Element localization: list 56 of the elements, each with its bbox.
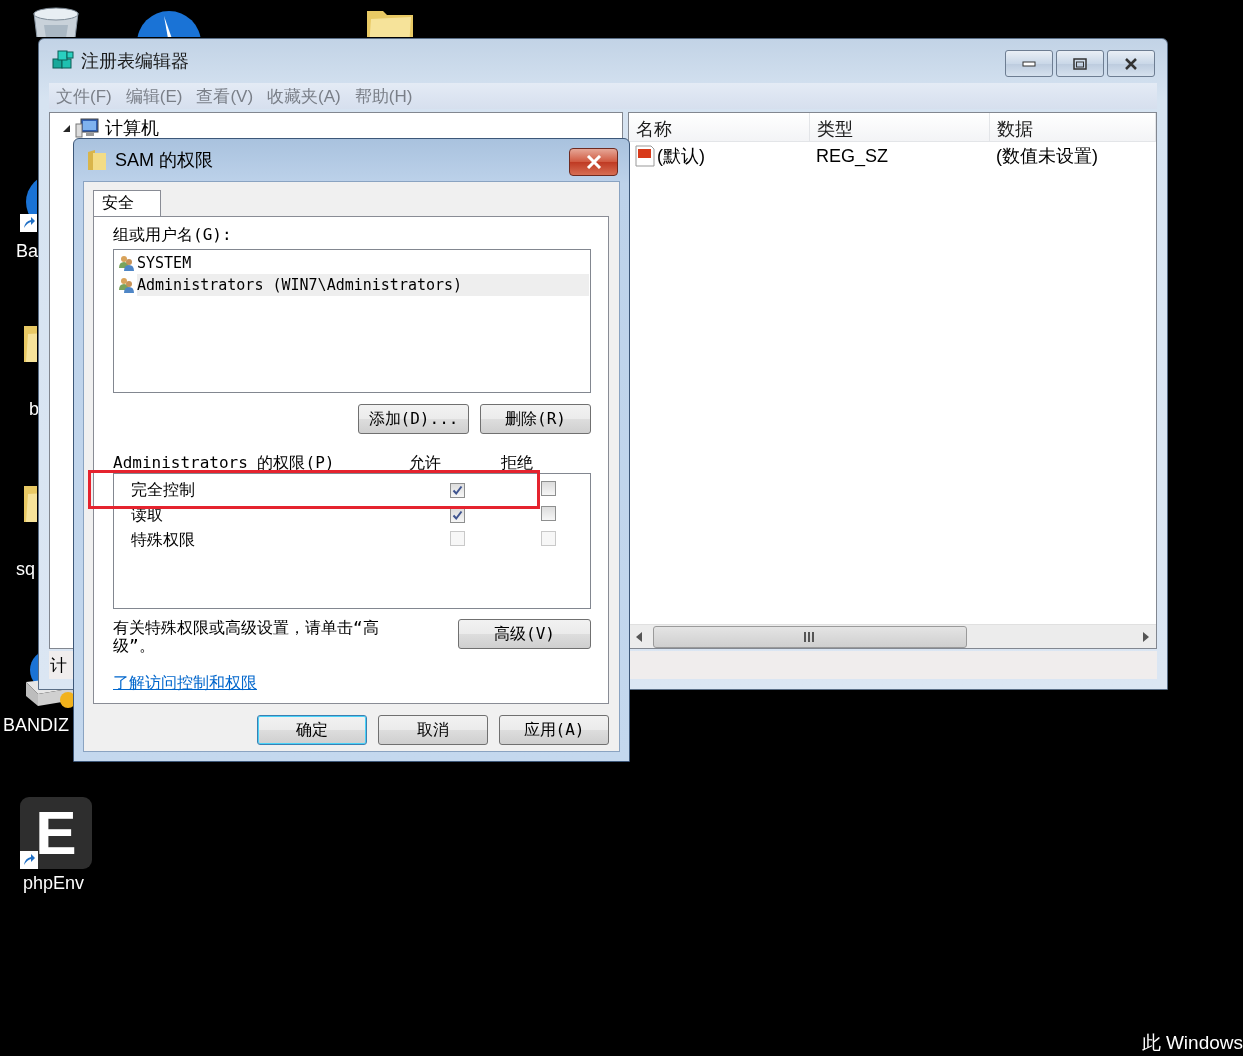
permissions-label: Administrators 的权限(P)	[113, 453, 336, 473]
dialog-button[interactable]: 取消	[378, 715, 488, 745]
close-icon	[585, 155, 602, 169]
users-icon	[118, 277, 135, 293]
dialog-button[interactable]: 确定	[257, 715, 367, 745]
scroll-right-icon[interactable]	[1142, 630, 1150, 643]
scroll-left-icon[interactable]	[635, 630, 643, 643]
desktop-icon-label[interactable]: sq	[16, 559, 35, 580]
column-header[interactable]: 名称	[629, 113, 810, 141]
group-action-button[interactable]: 添加(D)...	[358, 404, 469, 434]
list-item[interactable]: Administrators (WIN7\Administrators)	[137, 274, 589, 296]
checkbox[interactable]	[541, 481, 556, 496]
column-header: 允许	[409, 453, 442, 473]
checkbox[interactable]	[541, 506, 556, 521]
dialog-button[interactable]: 应用(A)	[499, 715, 609, 745]
maximize-icon	[1073, 57, 1087, 70]
column-header[interactable]: 数据	[990, 113, 1156, 141]
minimize-icon	[1022, 60, 1036, 67]
app-tile-icon[interactable]: E	[20, 797, 92, 869]
horizontal-scrollbar[interactable]	[629, 624, 1156, 648]
column-header[interactable]: 类型	[810, 113, 990, 141]
scrollbar-thumb[interactable]	[653, 625, 967, 648]
table-cell-text: REG_SZ	[815, 145, 890, 167]
help-link[interactable]: 了解访问控制和权限	[113, 673, 257, 694]
status-text: 计	[50, 654, 67, 677]
dialog-title: SAM 的权限	[115, 149, 214, 172]
permission-name: 完全控制	[131, 480, 196, 501]
string-value-icon	[635, 145, 655, 167]
desktop-icon-label[interactable]: Ba	[16, 241, 39, 262]
minimize-button[interactable]	[1005, 50, 1053, 77]
computer-icon	[75, 118, 101, 138]
desktop-icon-label[interactable]: b	[29, 399, 39, 420]
tree-item[interactable]: 计算机	[105, 116, 159, 140]
permission-name: 特殊权限	[131, 530, 196, 551]
compass-icon[interactable]	[136, 10, 202, 37]
users-icon	[118, 255, 135, 271]
desktop-icon-label[interactable]: phpEnv	[23, 873, 85, 894]
windows-notice: 此 Windows	[1141, 1031, 1243, 1055]
advanced-hint: 有关特殊权限或高级设置，请单击“高级”。	[113, 619, 380, 655]
table-cell-text: (默认)	[657, 145, 705, 168]
field-label: 组或用户名(G):	[113, 225, 233, 245]
advanced-button[interactable]: 高级(V)	[458, 619, 591, 649]
close-icon	[1124, 57, 1138, 70]
close-button[interactable]	[1107, 50, 1155, 77]
desktop-icon-label[interactable]: BANDIZ	[3, 715, 69, 736]
checkbox[interactable]	[450, 483, 465, 498]
group-action-button[interactable]: 删除(R)	[480, 404, 591, 434]
table-cell-text: (数值未设置)	[995, 145, 1099, 168]
close-button[interactable]	[569, 148, 618, 176]
list-item[interactable]: SYSTEM	[137, 252, 589, 274]
folder-icon	[87, 149, 107, 171]
maximize-button[interactable]	[1056, 50, 1104, 77]
column-header: 拒绝	[501, 453, 534, 473]
tab[interactable]: 安全	[93, 190, 161, 216]
window-title: 注册表编辑器	[81, 50, 190, 73]
expanded-triangle-icon[interactable]	[62, 123, 71, 133]
